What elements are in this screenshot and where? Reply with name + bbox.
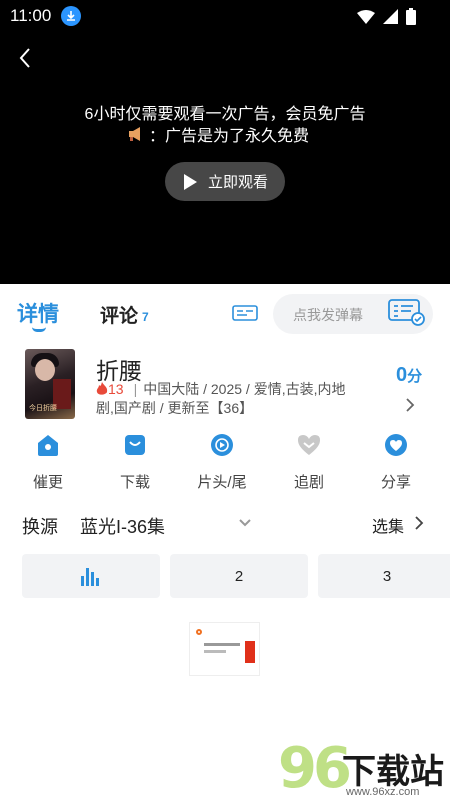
ad-notice-text: ：广告是为了永久免费 — [149, 128, 310, 145]
poster-caption: 今日折腰 — [29, 405, 57, 412]
battery-icon — [406, 8, 416, 25]
ad-notice-line2: ：广告是为了永久免费 — [127, 122, 309, 146]
action-label: 催更 — [32, 474, 63, 491]
action-label: 追剧 — [293, 474, 324, 491]
episode-tile[interactable]: 3 — [318, 554, 450, 598]
video-player[interactable]: 11:00 6小时仅需要观看一次广告，会员免广告 ：广告是为了永久免费 立即观看 — [0, 0, 450, 284]
show-info[interactable]: 今日折腰 折腰 13 | 中国大陆 / 2025 / 爱情,古装,内地 剧,国产… — [0, 344, 450, 428]
watch-now-button[interactable]: 立即观看 — [165, 162, 285, 201]
heat-count: 13 — [108, 381, 124, 397]
chevron-down-icon[interactable] — [238, 518, 252, 528]
heart-icon — [298, 435, 320, 455]
wifi-icon — [357, 9, 375, 24]
comment-count: 7 — [142, 310, 149, 324]
danmaku-toggle-icon[interactable] — [232, 303, 258, 323]
action-share[interactable]: 分享 — [361, 432, 431, 492]
show-meta-line1: 13 | 中国大陆 / 2025 / 爱情,古装,内地 — [96, 379, 345, 399]
watch-now-label: 立即观看 — [207, 174, 268, 191]
action-follow[interactable]: 追剧 — [274, 432, 344, 492]
action-label: 下载 — [119, 474, 150, 491]
watermark-url: www.96xz.com — [346, 786, 420, 798]
chevron-right-icon[interactable] — [404, 398, 416, 412]
source-select[interactable]: 蓝光I-36集 — [80, 513, 165, 539]
action-row: 催更 下载 片头/尾 追剧 分享 — [0, 428, 450, 496]
divider: | — [133, 381, 138, 397]
show-score: 0分 — [396, 364, 422, 387]
play-circle-icon — [211, 434, 233, 456]
megaphone-icon — [129, 127, 140, 141]
episode-tile[interactable]: 2 — [170, 554, 308, 598]
show-poster: 今日折腰 — [25, 349, 75, 419]
score-unit: 分 — [407, 368, 423, 385]
danmaku-settings-icon[interactable] — [388, 298, 426, 326]
ad-notice-line1: 6小时仅需要观看一次广告，会员免广告 — [84, 106, 366, 123]
chevron-right-icon[interactable] — [414, 516, 424, 530]
source-row: 换源 蓝光I-36集 选集 — [0, 500, 450, 548]
action-label: 分享 — [380, 474, 411, 491]
episodes-link[interactable]: 选集 — [372, 513, 404, 537]
tab-comment[interactable]: 评论 — [100, 301, 138, 328]
action-label: 片头/尾 — [197, 474, 247, 491]
episode-tile-playing[interactable] — [22, 554, 160, 598]
back-arrow-icon[interactable] — [14, 46, 38, 70]
watermark-logo: 96 — [278, 736, 352, 800]
download-notification-icon — [61, 6, 81, 26]
house-icon — [38, 435, 58, 456]
signal-icon — [383, 9, 398, 24]
action-urge-update[interactable]: 催更 — [13, 432, 83, 492]
site-watermark: 96 下载站 www.96xz.com — [278, 738, 450, 800]
status-bar: 11:00 — [0, 0, 450, 32]
score-value: 0 — [396, 364, 408, 386]
play-icon — [183, 173, 197, 190]
fire-icon — [96, 382, 108, 395]
show-meta-line2: 剧,国产剧 / 更新至【36】 — [96, 400, 254, 416]
tab-active-indicator — [32, 327, 46, 332]
source-label: 换源 — [22, 517, 58, 537]
share-heart-icon — [385, 434, 407, 456]
tab-bar: 详情 评论 7 点我发弹幕 — [0, 284, 450, 344]
ad-thumbnail[interactable] — [189, 622, 260, 676]
action-intro-outro[interactable]: 片头/尾 — [187, 432, 257, 492]
bag-icon — [125, 435, 145, 455]
action-download[interactable]: 下载 — [100, 432, 170, 492]
danmaku-placeholder: 点我发弹幕 — [293, 307, 363, 323]
tab-detail[interactable]: 详情 — [17, 298, 59, 328]
status-icons — [357, 8, 416, 25]
show-meta: 中国大陆 / 2025 / 爱情,古装,内地 — [143, 381, 346, 397]
playing-bars-icon — [81, 568, 99, 586]
status-time: 11:00 — [10, 6, 52, 25]
